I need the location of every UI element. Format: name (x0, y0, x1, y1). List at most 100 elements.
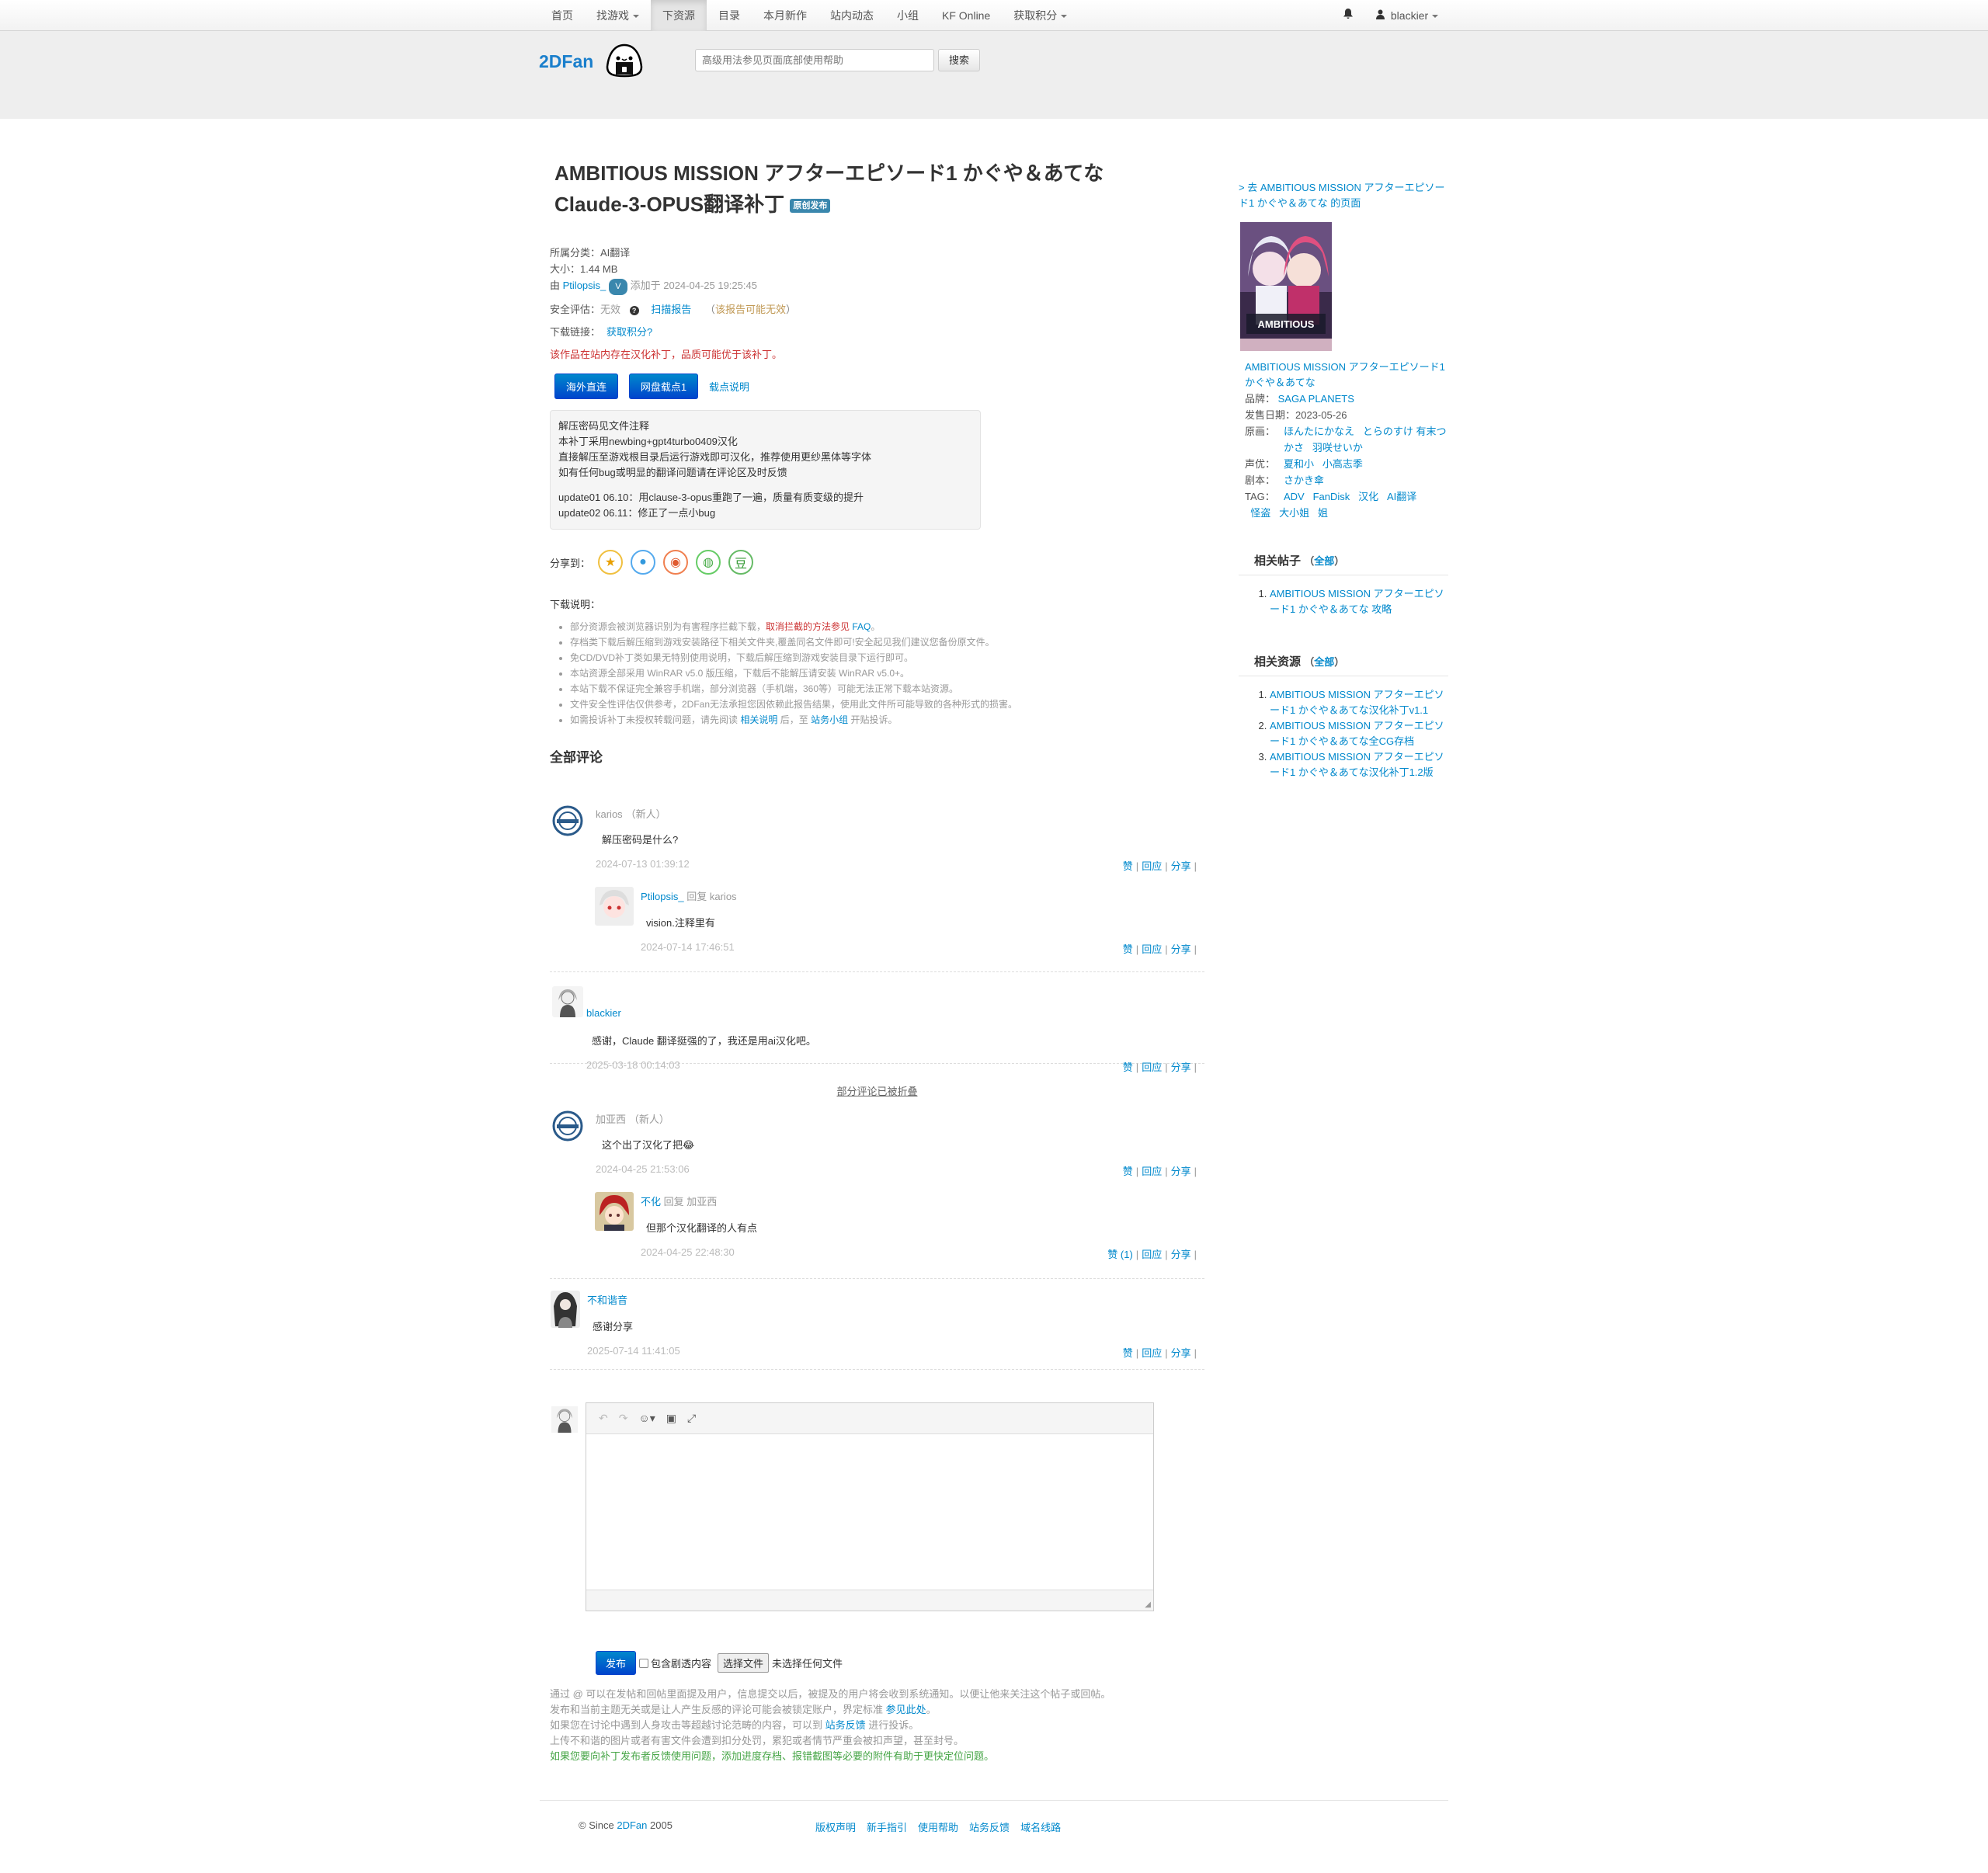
related-resource-link[interactable]: AMBITIOUS MISSION アフターエピソード1 かぐや＆あてな汉化补丁… (1270, 751, 1444, 778)
share-button[interactable]: 分享 (1171, 1347, 1191, 1359)
avatar[interactable] (595, 1192, 634, 1231)
bell-icon[interactable] (1332, 0, 1364, 31)
avatar[interactable] (552, 986, 583, 1017)
share-wechat-icon[interactable]: ◍ (696, 550, 721, 575)
image-icon[interactable]: ▣ (666, 1412, 676, 1425)
share-button[interactable]: 分享 (1171, 860, 1191, 872)
nav-resources[interactable]: 下资源 (651, 0, 707, 31)
staff-group-link[interactable]: 站务小组 (811, 714, 848, 725)
nav-find-game[interactable]: 找游戏 (585, 0, 651, 31)
like-button[interactable]: 赞 (1123, 1166, 1133, 1177)
game-cover-image[interactable]: AMBITIOUS (1240, 222, 1332, 351)
reply-button[interactable]: 回应 (1142, 1062, 1162, 1073)
reply-button[interactable]: 回应 (1142, 943, 1162, 955)
footer-link-guide[interactable]: 新手指引 (867, 1819, 907, 1834)
all-resources-link[interactable]: 全部 (1314, 656, 1334, 668)
undo-icon[interactable]: ↶ (599, 1412, 608, 1425)
uploader-link[interactable]: Ptilopsis_ (563, 280, 606, 291)
avatar[interactable] (552, 1110, 583, 1142)
fullscreen-icon[interactable]: ⤢ (687, 1412, 696, 1425)
tag-link[interactable]: 大小姐 (1279, 507, 1309, 519)
share-star-icon[interactable]: ★ (598, 550, 624, 575)
footer-link-help[interactable]: 使用帮助 (918, 1819, 958, 1834)
share-button[interactable]: 分享 (1171, 1166, 1191, 1177)
nav-kf-online[interactable]: KF Online (930, 0, 1002, 31)
tag-link[interactable]: FanDisk (1313, 491, 1350, 502)
related-post-link[interactable]: AMBITIOUS MISSION アフターエピソード1 かぐや＆あてな 攻略 (1270, 588, 1444, 615)
overseas-direct-button[interactable]: 海外直连 (554, 374, 619, 399)
unblock-link[interactable]: 取消拦截的方法参见 (766, 621, 850, 632)
choose-file-button[interactable]: 选择文件 (718, 1653, 770, 1673)
emoji-icon[interactable]: ☺▾ (638, 1412, 655, 1425)
tag-link[interactable]: 汉化 (1358, 491, 1378, 502)
share-weibo-icon[interactable]: ◉ (663, 550, 689, 575)
avatar[interactable] (551, 1291, 580, 1328)
goto-game-link[interactable]: > 去 AMBITIOUS MISSION アフターエピソード1 かぐや＆あてな… (1239, 180, 1448, 211)
tag-link[interactable]: ADV (1284, 491, 1305, 502)
user-menu[interactable]: blackier (1364, 0, 1450, 31)
footer-link-copyright[interactable]: 版权声明 (815, 1819, 856, 1834)
editor-textarea[interactable] (586, 1434, 1153, 1590)
artist-link[interactable]: 羽咲せいか (1312, 442, 1363, 453)
like-button[interactable]: 赞 (1123, 1347, 1133, 1359)
feedback-link[interactable]: 站务反馈 (825, 1719, 866, 1731)
spoiler-checkbox[interactable] (639, 1658, 649, 1668)
tag-link[interactable]: 姐 (1318, 507, 1328, 519)
standard-link[interactable]: 参见此处 (886, 1704, 926, 1715)
brand-link[interactable]: SAGA PLANETS (1278, 393, 1354, 405)
search-input[interactable] (695, 49, 934, 71)
avatar[interactable] (552, 805, 583, 836)
share-button[interactable]: 分享 (1171, 1249, 1191, 1260)
comment-author-link[interactable]: blackier (586, 1007, 621, 1019)
all-posts-link[interactable]: 全部 (1314, 555, 1334, 567)
reply-author[interactable]: Ptilopsis_ (641, 891, 684, 902)
copyright-site-link[interactable]: 2DFan (617, 1819, 647, 1831)
like-button[interactable]: 赞 (1123, 943, 1133, 955)
share-douban-icon[interactable]: 豆 (728, 550, 754, 575)
redo-icon[interactable]: ↷ (619, 1412, 628, 1425)
cv-link[interactable]: 夏和小 (1284, 458, 1314, 470)
share-button[interactable]: 分享 (1171, 1062, 1191, 1073)
site-logo[interactable]: 2DFan (539, 51, 593, 72)
comment-author[interactable]: karios (596, 808, 623, 820)
nav-monthly[interactable]: 本月新作 (752, 0, 818, 31)
nav-catalog[interactable]: 目录 (707, 0, 752, 31)
avatar[interactable] (595, 887, 634, 926)
folded-notice[interactable]: 部分评论已被折叠 (550, 1083, 1204, 1098)
share-qq-icon[interactable]: ● (631, 550, 656, 575)
like-button[interactable]: 赞 (1) (1107, 1249, 1133, 1260)
like-button[interactable]: 赞 (1123, 860, 1133, 872)
scan-report-link[interactable]: 扫描报告 (651, 304, 691, 315)
publish-button[interactable]: 发布 (596, 1651, 637, 1675)
share-button[interactable]: 分享 (1171, 943, 1191, 955)
reply-button[interactable]: 回应 (1142, 1166, 1162, 1177)
tag-link[interactable]: 怪盗 (1250, 507, 1270, 519)
netdisk-button[interactable]: 网盘载点1 (628, 374, 699, 399)
comment-author[interactable]: 不和谐音 (587, 1294, 627, 1306)
game-title-link[interactable]: AMBITIOUS MISSION アフターエピソード1 かぐや＆あてな (1245, 360, 1448, 391)
search-button[interactable]: 搜索 (938, 49, 980, 71)
reply-button[interactable]: 回应 (1142, 1249, 1162, 1260)
reply-button[interactable]: 回应 (1142, 1347, 1162, 1359)
nav-groups[interactable]: 小组 (885, 0, 930, 31)
reply-author[interactable]: 不化 (641, 1196, 661, 1208)
artist-link[interactable]: とらのすけ (1363, 426, 1413, 437)
artist-link[interactable]: ほんたにかなえ (1284, 426, 1354, 437)
resize-handle-icon[interactable]: ◢ (1145, 1600, 1151, 1609)
faq-link[interactable]: FAQ (852, 621, 871, 632)
get-points-link[interactable]: 获取积分? (606, 326, 652, 338)
nav-activity[interactable]: 站内动态 (818, 0, 885, 31)
mirror-explain-link[interactable]: 载点说明 (709, 381, 749, 393)
like-button[interactable]: 赞 (1123, 1062, 1133, 1073)
help-icon[interactable]: ? (629, 306, 639, 315)
comment-author[interactable]: 加亚西 (596, 1114, 626, 1125)
footer-link-feedback[interactable]: 站务反馈 (969, 1819, 1010, 1834)
related-resource-link[interactable]: AMBITIOUS MISSION アフターエピソード1 かぐや＆あてな汉化补丁… (1270, 689, 1444, 716)
cv-link[interactable]: 小高志季 (1322, 458, 1363, 470)
tag-link[interactable]: AI翻译 (1387, 491, 1416, 502)
related-resource-link[interactable]: AMBITIOUS MISSION アフターエピソード1 かぐや＆あてな全CG存… (1270, 720, 1444, 747)
script-link[interactable]: さかき傘 (1284, 474, 1324, 486)
nav-home[interactable]: 首页 (540, 0, 585, 31)
related-notes-link[interactable]: 相关说明 (740, 714, 777, 725)
reply-button[interactable]: 回应 (1142, 860, 1162, 872)
